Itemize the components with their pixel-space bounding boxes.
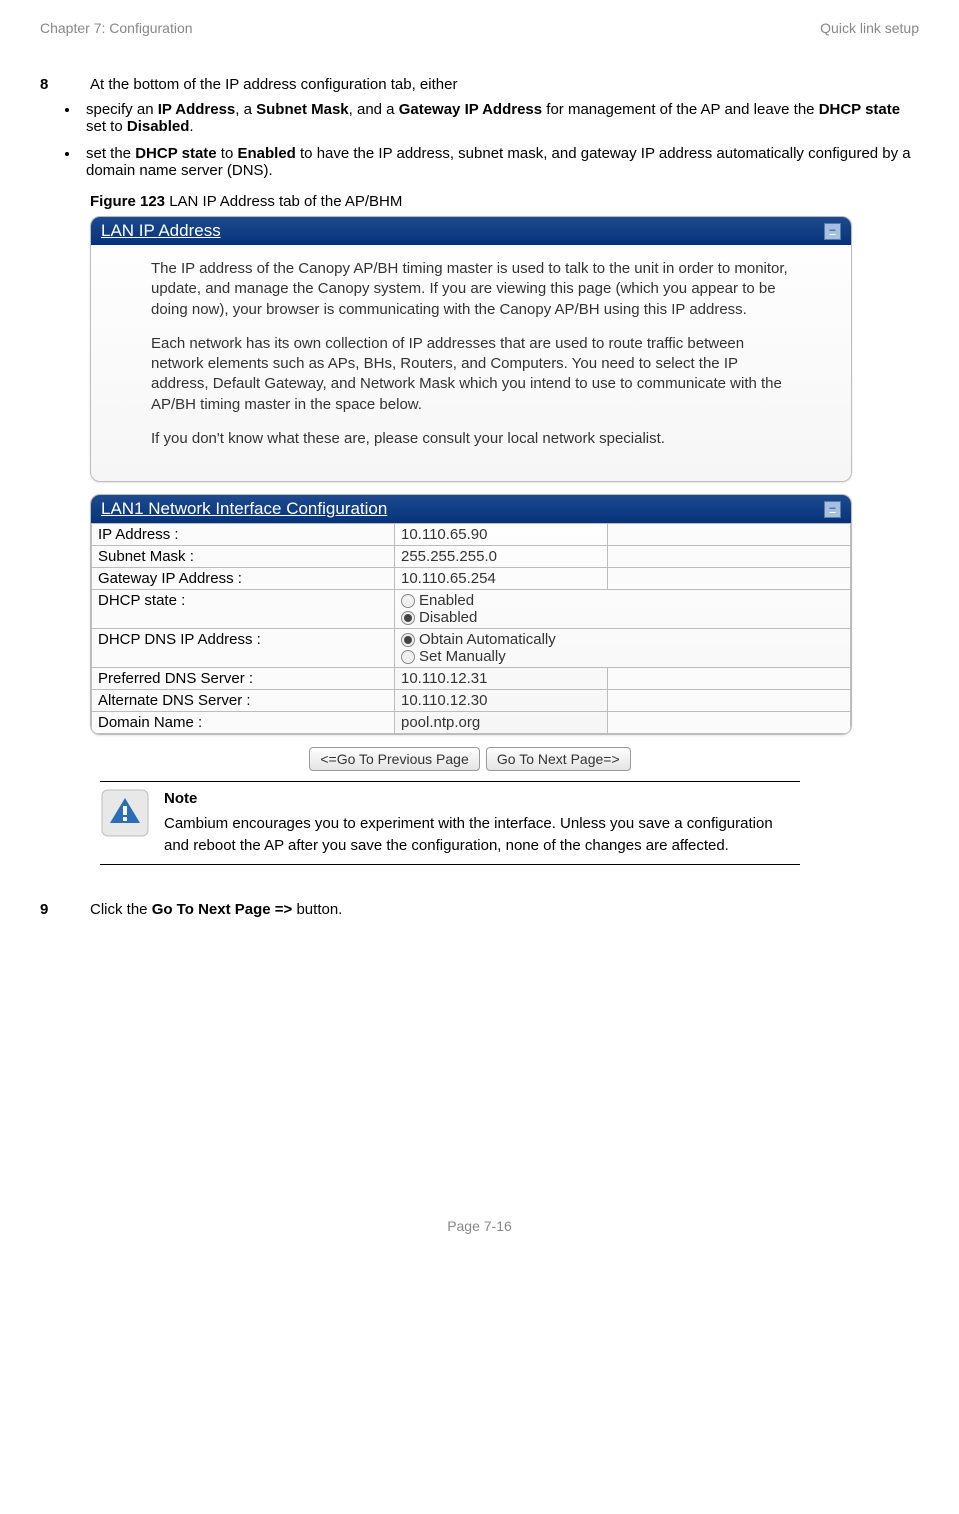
lan1-config-panel: LAN1 Network Interface Configuration – I…: [90, 494, 852, 735]
value-ip-address[interactable]: 10.110.65.90: [395, 524, 608, 546]
row-preferred-dns: Preferred DNS Server : 10.110.12.31: [92, 668, 851, 690]
label-alternate-dns: Alternate DNS Server :: [92, 690, 395, 712]
bullet-1: specify an IP Address, a Subnet Mask, an…: [80, 101, 919, 135]
radio-label-manual: Set Manually: [419, 648, 506, 665]
step-8-bullets: specify an IP Address, a Subnet Mask, an…: [80, 101, 919, 179]
label-domain-name: Domain Name :: [92, 712, 395, 734]
row-dhcp-state: DHCP state : Enabled Disabled: [92, 590, 851, 629]
bullet-2: set the DHCP state to Enabled to have th…: [80, 145, 919, 179]
collapse-icon[interactable]: –: [824, 501, 841, 518]
panel-title: LAN1 Network Interface Configuration: [101, 499, 387, 519]
value-subnet-mask[interactable]: 255.255.255.0: [395, 546, 608, 568]
panel-header: LAN1 Network Interface Configuration –: [91, 495, 851, 523]
label-dhcp-dns: DHCP DNS IP Address :: [92, 629, 395, 668]
label-preferred-dns: Preferred DNS Server :: [92, 668, 395, 690]
radio-label-disabled: Disabled: [419, 609, 477, 626]
value-alternate-dns[interactable]: 10.110.12.30: [395, 690, 608, 712]
panel-header: LAN IP Address –: [91, 217, 851, 245]
step-9: 9 Click the Go To Next Page => button.: [40, 901, 919, 918]
page-footer: Page 7-16: [40, 1218, 919, 1234]
note-box: Note Cambium encourages you to experimen…: [100, 788, 800, 858]
label-ip-address: IP Address :: [92, 524, 395, 546]
radio-dns-manual[interactable]: [401, 650, 415, 664]
header-right: Quick link setup: [820, 20, 919, 36]
panel-paragraph-1: The IP address of the Canopy AP/BH timin…: [151, 259, 791, 320]
note-title: Note: [164, 788, 800, 811]
figure-caption: Figure 123 LAN IP Address tab of the AP/…: [90, 193, 919, 210]
note-body: Cambium encourages you to experiment wit…: [164, 813, 800, 858]
value-gateway[interactable]: 10.110.65.254: [395, 568, 608, 590]
step-number: 9: [40, 901, 90, 918]
nav-buttons: <=Go To Previous Page Go To Next Page=>: [90, 747, 850, 771]
radio-dhcp-disabled[interactable]: [401, 611, 415, 625]
prev-page-button[interactable]: <=Go To Previous Page: [309, 747, 479, 771]
value-preferred-dns[interactable]: 10.110.12.31: [395, 668, 608, 690]
step-text: Click the Go To Next Page => button.: [90, 901, 919, 918]
config-table: IP Address : 10.110.65.90 Subnet Mask : …: [91, 523, 851, 734]
lan-ip-address-panel: LAN IP Address – The IP address of the C…: [90, 216, 852, 482]
page-header: Chapter 7: Configuration Quick link setu…: [40, 20, 919, 36]
value-domain-name[interactable]: pool.ntp.org: [395, 712, 608, 734]
radio-label-auto: Obtain Automatically: [419, 631, 556, 648]
panel-paragraph-2: Each network has its own collection of I…: [151, 334, 791, 415]
row-alternate-dns: Alternate DNS Server : 10.110.12.30: [92, 690, 851, 712]
row-ip-address: IP Address : 10.110.65.90: [92, 524, 851, 546]
label-dhcp-state: DHCP state :: [92, 590, 395, 629]
row-domain-name: Domain Name : pool.ntp.org: [92, 712, 851, 734]
radio-dns-auto[interactable]: [401, 633, 415, 647]
note-icon: [100, 788, 150, 838]
row-gateway: Gateway IP Address : 10.110.65.254: [92, 568, 851, 590]
step-8: 8 At the bottom of the IP address config…: [40, 76, 919, 93]
panel-title: LAN IP Address: [101, 221, 221, 241]
label-subnet-mask: Subnet Mask :: [92, 546, 395, 568]
next-page-button[interactable]: Go To Next Page=>: [486, 747, 631, 771]
panel-paragraph-3: If you don't know what these are, please…: [151, 429, 791, 449]
step-intro: At the bottom of the IP address configur…: [90, 76, 919, 93]
header-left: Chapter 7: Configuration: [40, 20, 193, 36]
label-gateway: Gateway IP Address :: [92, 568, 395, 590]
collapse-icon[interactable]: –: [824, 223, 841, 240]
divider: [100, 864, 800, 865]
radio-label-enabled: Enabled: [419, 592, 474, 609]
divider: [100, 781, 800, 782]
note-text: Note Cambium encourages you to experimen…: [164, 788, 800, 858]
radio-dhcp-enabled[interactable]: [401, 594, 415, 608]
panel-body: The IP address of the Canopy AP/BH timin…: [91, 245, 851, 481]
row-subnet-mask: Subnet Mask : 255.255.255.0: [92, 546, 851, 568]
step-number: 8: [40, 76, 90, 93]
row-dhcp-dns: DHCP DNS IP Address : Obtain Automatical…: [92, 629, 851, 668]
